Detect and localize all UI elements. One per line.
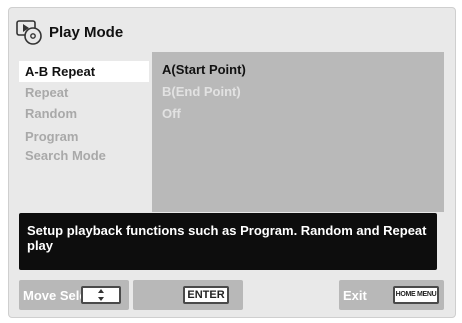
dpad-key-icon[interactable]: [81, 286, 121, 304]
menu-list: A-B Repeat Repeat Random Program Search …: [19, 61, 149, 166]
enter-key[interactable]: ENTER: [183, 286, 229, 304]
help-text: Setup playback functions such as Program…: [27, 223, 427, 253]
home-menu-key[interactable]: HOME MENU: [393, 286, 439, 304]
exit-label: Exit: [343, 288, 367, 303]
help-text-bar: Setup playback functions such as Program…: [19, 213, 437, 270]
header: Play Mode: [15, 17, 123, 47]
option-b-end-point[interactable]: B(End Point): [162, 84, 241, 99]
disc-play-icon: [16, 20, 42, 45]
menu-item-program[interactable]: Program: [19, 126, 149, 147]
menu-item-search-mode[interactable]: Search Mode: [19, 145, 149, 166]
menu-item-ab-repeat[interactable]: A-B Repeat: [19, 61, 149, 82]
menu-item-repeat[interactable]: Repeat: [19, 82, 149, 103]
option-a-start-point[interactable]: A(Start Point): [162, 62, 246, 77]
options-panel: A(Start Point) B(End Point) Off: [152, 52, 444, 212]
menu-item-random[interactable]: Random: [19, 103, 149, 124]
arrow-keys-icon: [98, 289, 104, 301]
page-title: Play Mode: [49, 23, 124, 41]
footer-exit-area: Exit HOME MENU: [339, 280, 444, 310]
footer-bar: Move Select ENTER Exit HOME MENU: [9, 278, 455, 314]
footer-enter-area: ENTER: [133, 280, 243, 310]
option-off[interactable]: Off: [162, 106, 181, 121]
play-mode-screen: Play Mode A-B Repeat Repeat Random Progr…: [8, 7, 456, 318]
footer-move-select-area: Move Select: [19, 280, 129, 310]
